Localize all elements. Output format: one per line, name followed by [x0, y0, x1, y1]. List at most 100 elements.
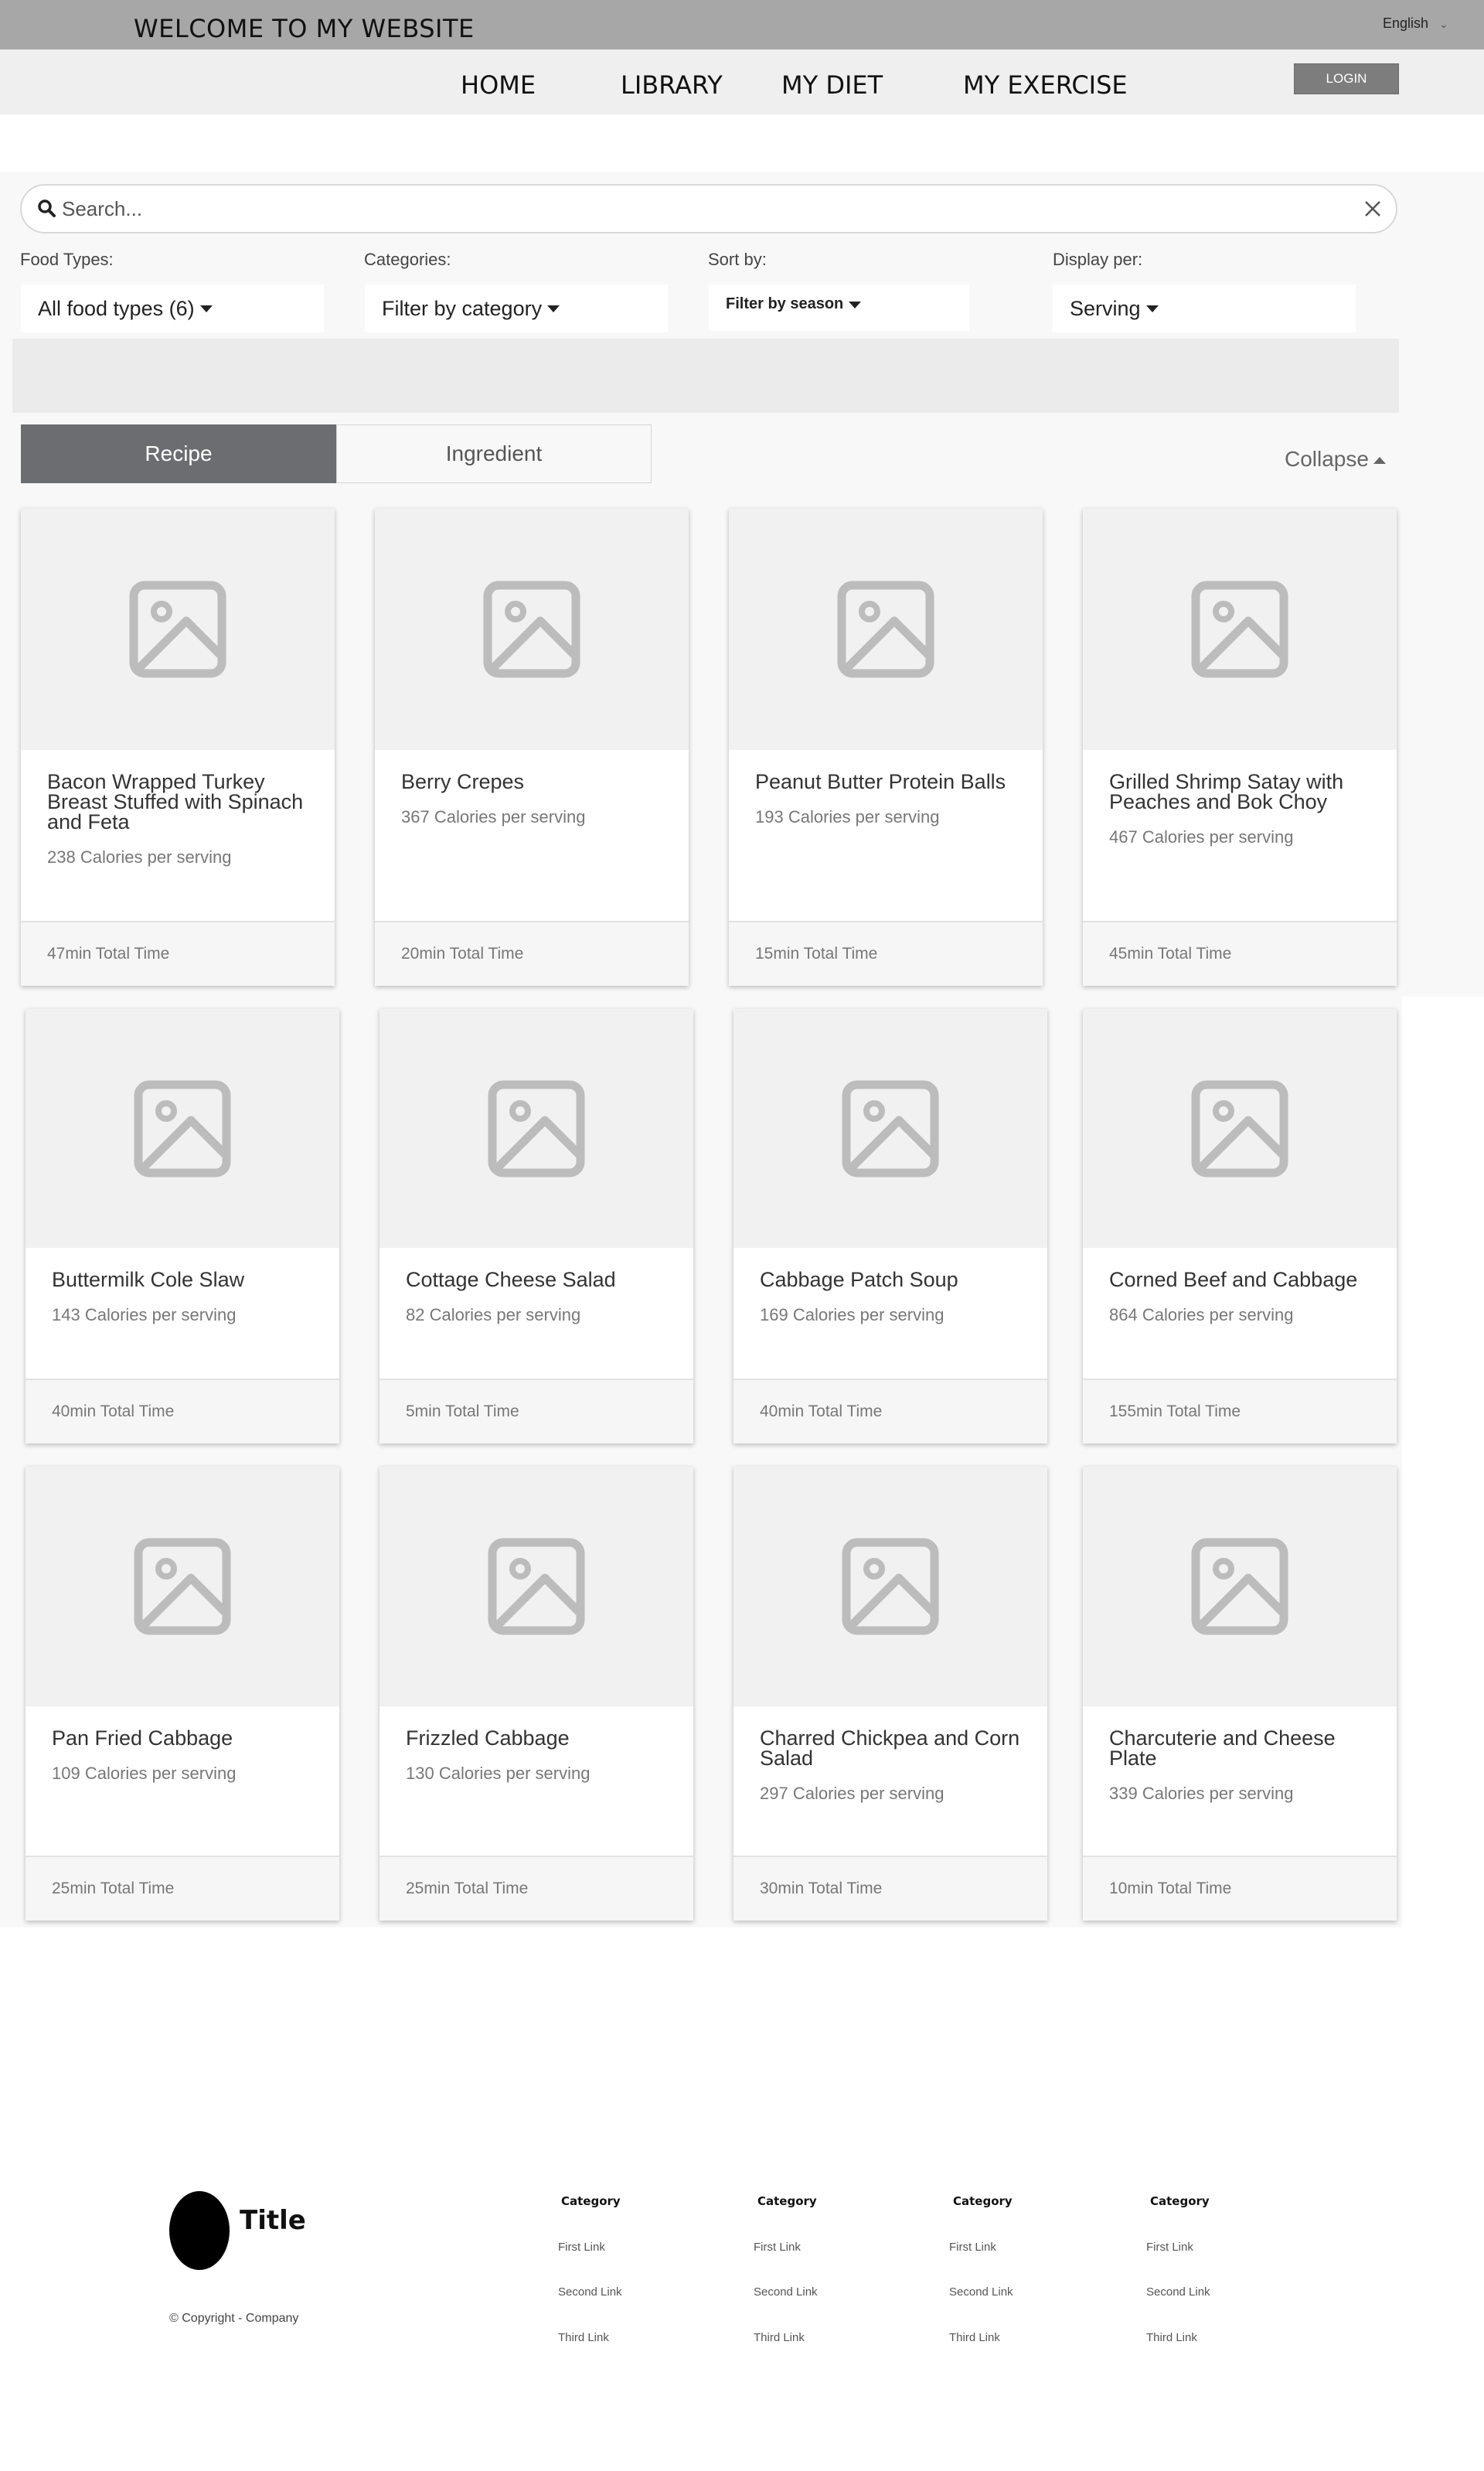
sort-by-value: Filter by season: [726, 295, 844, 312]
collapse-label: Collapse: [1285, 447, 1369, 471]
close-icon[interactable]: [1360, 196, 1385, 221]
image-placeholder-icon: [1083, 1467, 1397, 1706]
image-placeholder-icon: [729, 509, 1043, 750]
recipe-card[interactable]: Charred Chickpea and Corn Salad 297 Calor…: [733, 1467, 1047, 1921]
nav-library[interactable]: LIBRARY: [621, 70, 723, 100]
footer-category-2: Category: [757, 2194, 817, 2208]
recipe-card[interactable]: Pan Fried Cabbage 109 Calories per servin…: [26, 1467, 339, 1921]
sort-by-dropdown[interactable]: Filter by season: [709, 285, 969, 331]
recipe-calories: 109 Calories per serving: [52, 1764, 237, 1783]
recipe-total-time: 25min Total Time: [380, 1856, 693, 1921]
recipe-calories: 864 Calories per serving: [1109, 1305, 1294, 1324]
filter-results-banner: [12, 339, 1399, 413]
recipe-calories: 467 Calories per serving: [1109, 827, 1294, 847]
search-bar[interactable]: [20, 184, 1397, 233]
categories-dropdown[interactable]: Filter by category: [365, 285, 668, 332]
footer-link[interactable]: Third Link: [754, 2331, 805, 2344]
card-body: Corned Beef and Cabbage 864 Calories per …: [1083, 1248, 1397, 1325]
site-title: WELCOME TO MY WEBSITE: [134, 14, 475, 43]
nav-my-diet[interactable]: MY DIET: [781, 70, 883, 100]
caret-down-icon: [849, 302, 862, 308]
card-body: Charcuterie and Cheese Plate 339 Calories…: [1083, 1706, 1397, 1804]
image-placeholder-icon: [26, 1467, 339, 1706]
recipe-title: Charcuterie and Cheese Plate: [1109, 1726, 1336, 1770]
footer-category-3: Category: [953, 2194, 1013, 2208]
recipe-card[interactable]: Grilled Shrimp Satay with Peaches and Bo…: [1083, 509, 1397, 986]
recipe-card[interactable]: Bacon Wrapped Turkey Breast Stuffed with…: [21, 509, 335, 986]
tab-recipe[interactable]: Recipe: [21, 424, 336, 483]
footer-link[interactable]: Third Link: [1146, 2331, 1197, 2344]
sort-by-label: Sort by:: [708, 250, 767, 269]
card-body: Grilled Shrimp Satay with Peaches and Bo…: [1083, 750, 1397, 847]
collapse-toggle[interactable]: Collapse: [1285, 447, 1386, 472]
caret-down-icon: [547, 305, 560, 312]
display-per-value: Serving: [1070, 296, 1141, 320]
footer-link[interactable]: Second Link: [1146, 2285, 1210, 2299]
image-placeholder-icon: [1083, 509, 1397, 750]
top-banner: WELCOME TO MY WEBSITE English ⌄: [0, 0, 1484, 49]
display-per-label: Display per:: [1053, 250, 1143, 269]
recipe-calories: 297 Calories per serving: [760, 1784, 945, 1803]
categories-value: Filter by category: [382, 296, 543, 320]
recipe-total-time: 47min Total Time: [21, 921, 335, 986]
card-body: Cabbage Patch Soup 169 Calories per servi…: [733, 1248, 1047, 1325]
recipe-card[interactable]: Berry Crepes 367 Calories per serving 20mi…: [375, 509, 689, 986]
recipe-card[interactable]: Charcuterie and Cheese Plate 339 Calories…: [1083, 1467, 1397, 1921]
footer-link[interactable]: First Link: [558, 2241, 605, 2254]
card-body: Charred Chickpea and Corn Salad 297 Calor…: [733, 1706, 1047, 1804]
recipe-card[interactable]: Cottage Cheese Salad 82 Calories per serv…: [380, 1009, 693, 1443]
tab-ingredient[interactable]: Ingredient: [336, 424, 652, 483]
recipe-total-time: 15min Total Time: [729, 921, 1043, 986]
recipe-card[interactable]: Buttermilk Cole Slaw 143 Calories per ser…: [26, 1009, 339, 1443]
main-nav: HOME LIBRARY MY DIET MY EXERCISE LOGIN: [0, 49, 1484, 114]
recipe-title: Charred Chickpea and Corn Salad: [760, 1726, 1020, 1770]
display-per-dropdown[interactable]: Serving: [1053, 285, 1356, 332]
footer-link[interactable]: Second Link: [754, 2285, 818, 2299]
card-body: Cottage Cheese Salad 82 Calories per serv…: [380, 1248, 693, 1325]
footer-link[interactable]: Third Link: [558, 2331, 609, 2344]
recipe-total-time: 30min Total Time: [733, 1856, 1047, 1921]
image-placeholder-icon: [380, 1467, 693, 1706]
footer-link[interactable]: First Link: [754, 2241, 801, 2254]
image-placeholder-icon: [26, 1009, 339, 1248]
card-body: Peanut Butter Protein Balls 193 Calories …: [729, 750, 1043, 827]
recipe-total-time: 20min Total Time: [375, 921, 689, 986]
recipe-title: Frizzled Cabbage: [406, 1726, 570, 1750]
footer-link[interactable]: First Link: [949, 2241, 996, 2254]
logo: [169, 2191, 230, 2270]
search-input[interactable]: [62, 195, 1337, 223]
nav-home[interactable]: HOME: [461, 70, 536, 100]
footer-category-4: Category: [1150, 2194, 1210, 2208]
recipe-title: Cabbage Patch Soup: [760, 1268, 958, 1291]
footer-link[interactable]: Second Link: [949, 2285, 1013, 2299]
recipe-calories: 130 Calories per serving: [406, 1764, 591, 1783]
recipe-total-time: 45min Total Time: [1083, 921, 1397, 986]
footer-category-1: Category: [561, 2194, 621, 2208]
recipe-title: Buttermilk Cole Slaw: [52, 1268, 245, 1291]
login-button[interactable]: LOGIN: [1294, 63, 1399, 94]
recipe-calories: 143 Calories per serving: [52, 1305, 237, 1324]
recipe-title: Pan Fried Cabbage: [52, 1726, 233, 1750]
food-types-dropdown[interactable]: All food types (6): [21, 285, 324, 332]
card-body: Buttermilk Cole Slaw 143 Calories per ser…: [26, 1248, 339, 1325]
caret-down-icon: [1145, 305, 1159, 312]
recipe-calories: 238 Calories per serving: [47, 847, 232, 867]
recipe-card[interactable]: Corned Beef and Cabbage 864 Calories per …: [1083, 1009, 1397, 1443]
language-selector[interactable]: English ⌄: [1383, 15, 1448, 32]
search-icon: [37, 199, 57, 223]
recipe-card[interactable]: Cabbage Patch Soup 169 Calories per servi…: [733, 1009, 1047, 1443]
recipe-title: Corned Beef and Cabbage: [1109, 1268, 1358, 1291]
recipe-card[interactable]: Frizzled Cabbage 130 Calories per serving…: [380, 1467, 693, 1921]
footer-link[interactable]: Third Link: [949, 2331, 1000, 2344]
image-placeholder-icon: [380, 1009, 693, 1248]
image-placeholder-icon: [733, 1467, 1047, 1706]
recipe-total-time: 40min Total Time: [733, 1379, 1047, 1443]
recipe-total-time: 5min Total Time: [380, 1379, 693, 1443]
recipe-card[interactable]: Peanut Butter Protein Balls 193 Calories …: [729, 509, 1043, 986]
footer-link[interactable]: Second Link: [558, 2285, 622, 2299]
recipe-total-time: 10min Total Time: [1083, 1856, 1397, 1921]
nav-my-exercise[interactable]: MY EXERCISE: [963, 70, 1128, 100]
recipe-title: Berry Crepes: [401, 770, 525, 793]
caret-down-icon: [199, 305, 213, 312]
footer-link[interactable]: First Link: [1146, 2241, 1193, 2254]
